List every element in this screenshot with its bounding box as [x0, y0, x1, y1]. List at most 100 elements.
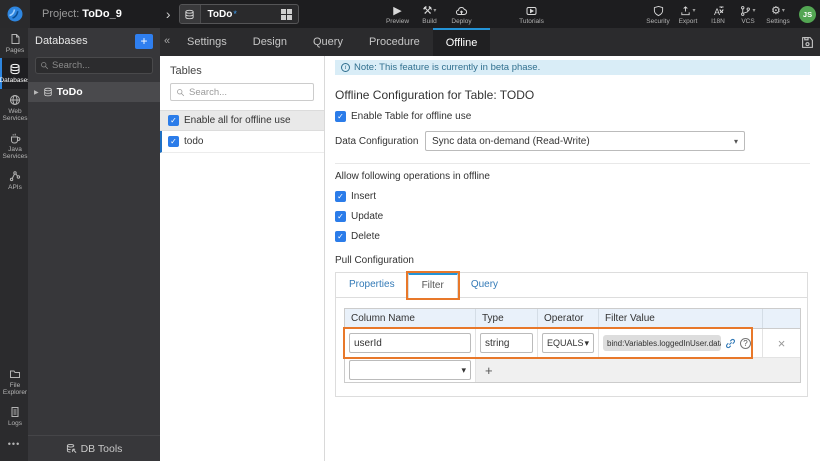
caret-down-icon: ▾ [752, 7, 756, 14]
deploy-cloud-icon [455, 4, 468, 17]
caret-down-icon: ▾ [584, 337, 589, 348]
deploy-button[interactable]: Deploy [447, 0, 477, 28]
enable-all-offline-row[interactable]: ✓ Enable all for offline use [160, 110, 324, 131]
coffee-cup-icon [11, 133, 21, 144]
sidebar-item-logs[interactable]: Logs [0, 401, 28, 431]
page-icon [11, 34, 20, 44]
operator-select[interactable]: EQUALS ▾ [542, 333, 594, 353]
info-icon: i [341, 63, 350, 72]
header-actions [763, 309, 800, 328]
insert-checkbox[interactable]: ✓ [335, 191, 346, 202]
preview-button[interactable]: ▶ Preview [383, 0, 413, 28]
settings-button[interactable]: ⚙ ▾ Settings [763, 0, 793, 28]
grid-view-icon[interactable] [280, 8, 292, 20]
logo-icon [7, 6, 23, 22]
topbar-right-actions: Security ▾ Export A I18N ▾ VCS ⚙ ▾ Setti… [643, 0, 820, 28]
pull-tab-properties[interactable]: Properties [336, 273, 408, 297]
update-checkbox[interactable]: ✓ [335, 211, 346, 222]
pull-tab-filter[interactable]: Filter [407, 273, 458, 298]
tab-design[interactable]: Design [240, 28, 300, 56]
caret-down-icon: ▾ [461, 364, 466, 375]
pull-config-body: Column Name Type Operator Filter Value u… [336, 298, 807, 396]
add-filter-row-button[interactable]: + [485, 364, 493, 377]
add-database-button[interactable]: + [135, 33, 153, 49]
help-icon[interactable]: ? [740, 337, 751, 349]
sidebar-item-databases[interactable]: Databases [0, 58, 31, 89]
todo-table-checkbox[interactable]: ✓ [168, 136, 179, 147]
data-configuration-row: Data Configuration Sync data on-demand (… [335, 131, 810, 151]
open-document-tab[interactable]: ToDo * [178, 4, 299, 24]
sidebar-item-apis[interactable]: APIs [0, 165, 28, 195]
vcs-button[interactable]: ▾ VCS [733, 0, 763, 28]
new-column-select[interactable]: ▾ [349, 360, 471, 380]
tab-offline[interactable]: Offline [432, 28, 491, 56]
play-icon: ▶ [393, 4, 402, 17]
export-icon: ▾ [680, 4, 696, 17]
tutorials-button[interactable]: Tutorials [517, 0, 547, 28]
tables-panel-title: Tables [170, 65, 202, 77]
i18n-button[interactable]: A I18N [703, 0, 733, 28]
data-configuration-select[interactable]: Sync data on-demand (Read-Write) ▾ [425, 131, 745, 151]
caret-down-icon: ▾ [433, 7, 437, 14]
save-floppy-icon [801, 36, 813, 48]
pull-configuration-label: Pull Configuration [335, 255, 414, 266]
data-configuration-label: Data Configuration [335, 135, 419, 147]
project-name: Project: ToDo_9 [42, 8, 122, 20]
content-column: « Settings Design Query Procedure Offlin… [160, 28, 820, 461]
left-nav-rail: Pages Databases Web Services Java Servic… [0, 28, 31, 461]
tables-search-input[interactable] [189, 86, 308, 98]
type-input[interactable] [480, 333, 533, 353]
app-window: Project: ToDo_9 › ToDo * ▶ Preview ⚒ ▾ Bui… [0, 0, 820, 461]
user-avatar[interactable]: JS [799, 5, 816, 23]
db-tab-bar: « Settings Design Query Procedure Offlin… [160, 28, 820, 56]
top-bar: Project: ToDo_9 › ToDo * ▶ Preview ⚒ ▾ Bui… [0, 0, 820, 28]
enable-table-checkbox[interactable]: ✓ [335, 111, 346, 122]
sidebar-item-java-services[interactable]: Java Services [0, 127, 28, 165]
sidebar-item-pages[interactable]: Pages [0, 28, 28, 58]
more-options-icon[interactable]: ••• [0, 431, 28, 461]
databases-search-input[interactable] [52, 60, 148, 71]
breadcrumb-chevron-icon: › [165, 6, 171, 22]
database-icon [10, 64, 20, 75]
tables-search[interactable] [170, 83, 314, 101]
filter-table-add-row: ▾ + [345, 357, 800, 382]
table-row-todo[interactable]: ✓ todo [160, 131, 324, 153]
build-icon: ⚒ ▾ [422, 4, 437, 17]
header-filter-value: Filter Value [599, 309, 763, 328]
header-column-name: Column Name [345, 309, 476, 328]
wavemaker-logo[interactable] [0, 0, 30, 28]
unsaved-indicator: * [233, 9, 237, 19]
operations-label: Allow following operations in offline [335, 171, 490, 182]
collapse-panel-icon[interactable]: « [160, 28, 174, 56]
database-icon [179, 5, 201, 23]
enable-all-checkbox[interactable]: ✓ [168, 115, 179, 126]
workspace: Tables ✓ Enable all for offline use ✓ to… [160, 56, 820, 461]
column-name-input[interactable] [349, 333, 471, 353]
i18n-translate-icon: A [712, 4, 724, 17]
save-button[interactable] [794, 28, 820, 56]
tab-settings[interactable]: Settings [174, 28, 240, 56]
pull-tab-query[interactable]: Query [458, 273, 511, 297]
offline-config-main: i Note: This feature is currently in bet… [325, 56, 820, 461]
security-button[interactable]: Security [643, 0, 673, 28]
expand-caret-icon[interactable]: ▶ [34, 89, 39, 96]
export-button[interactable]: ▾ Export [673, 0, 703, 28]
doc-tab-label: ToDo [207, 8, 233, 20]
database-tree-item-todo[interactable]: ▶ ToDo [28, 82, 160, 102]
folder-icon [10, 370, 20, 378]
databases-panel-title: Databases [35, 35, 88, 47]
sidebar-item-file-explorer[interactable]: File Explorer [0, 363, 28, 401]
db-tools-button[interactable]: DB Tools [28, 435, 160, 461]
delete-checkbox[interactable]: ✓ [335, 231, 346, 242]
databases-search[interactable] [35, 57, 153, 74]
sidebar-item-web-services[interactable]: Web Services [0, 89, 28, 127]
enable-table-row: ✓ Enable Table for offline use [335, 111, 810, 122]
tab-procedure[interactable]: Procedure [356, 28, 433, 56]
databases-panel-header: Databases + [28, 28, 160, 54]
api-nodes-icon [9, 171, 21, 181]
bind-link-icon[interactable] [725, 338, 736, 349]
delete-row-icon[interactable]: × [778, 336, 786, 351]
build-button[interactable]: ⚒ ▾ Build [415, 0, 445, 28]
bind-expression-chip[interactable]: bind:Variables.loggedInUser.data × [603, 335, 721, 351]
tab-query[interactable]: Query [300, 28, 356, 56]
